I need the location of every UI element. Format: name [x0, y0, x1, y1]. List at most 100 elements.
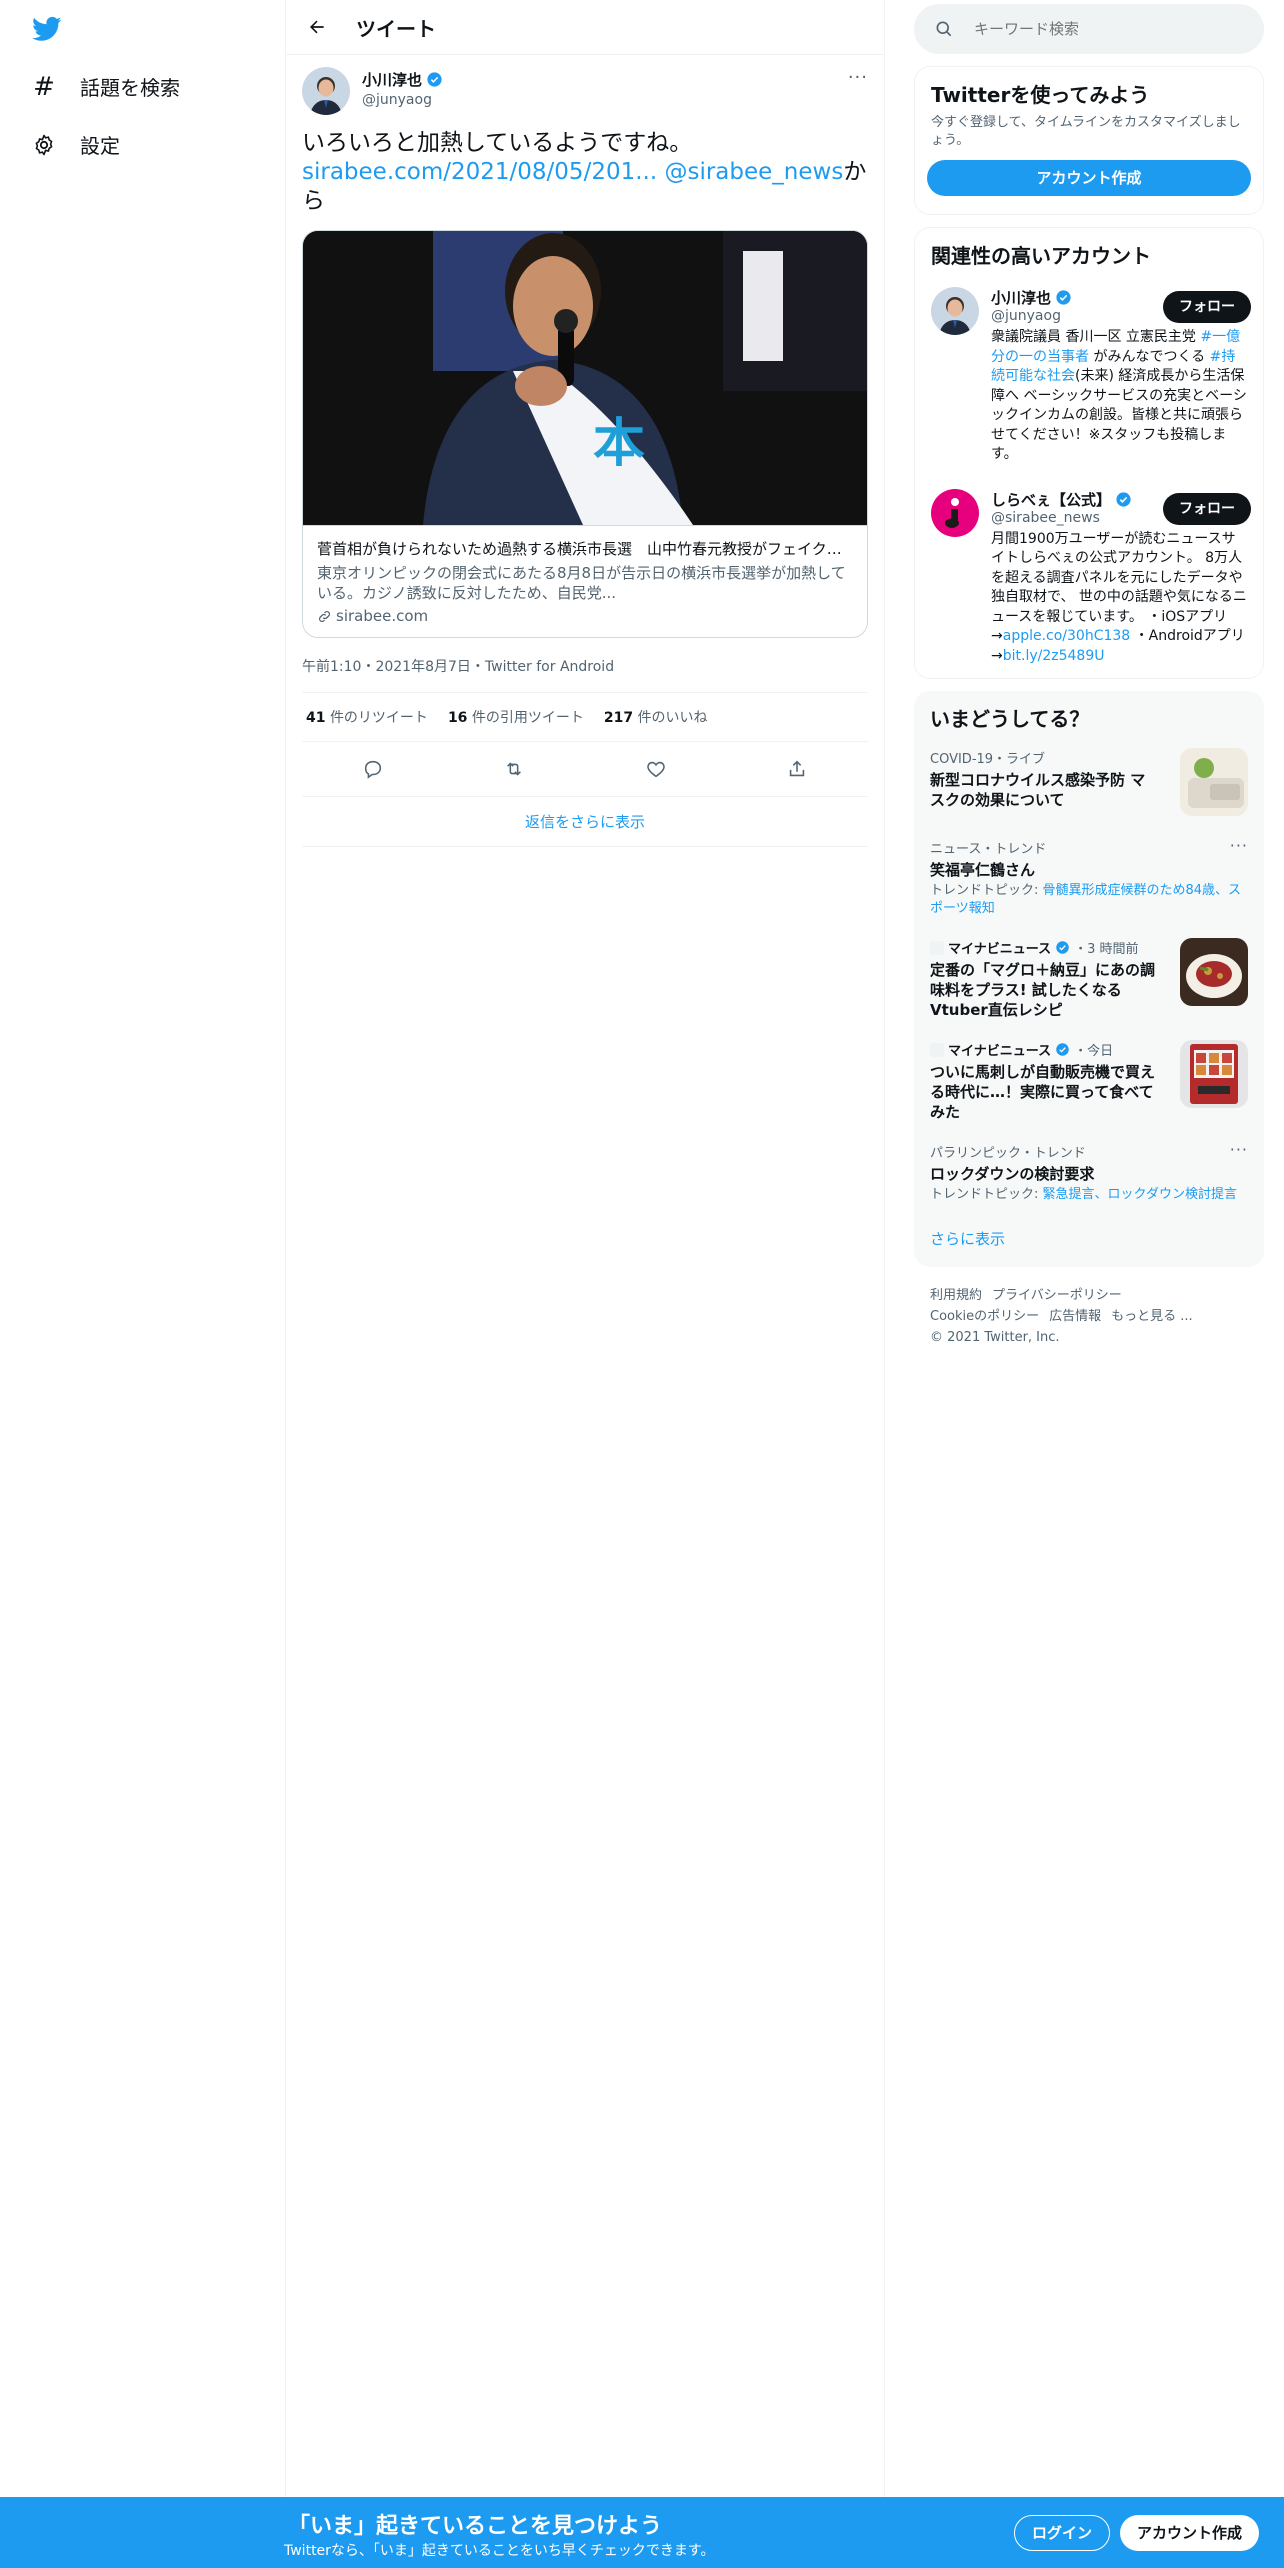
- retweet-icon[interactable]: [497, 752, 531, 786]
- follow-button[interactable]: フォロー: [1163, 291, 1251, 323]
- nav-settings[interactable]: 設定: [30, 130, 120, 159]
- trend-item[interactable]: パラリンピック・トレンド ロックダウンの検討要求 トレンドトピック: 緊急提言、…: [914, 1132, 1264, 1214]
- account-avatar[interactable]: [931, 488, 979, 537]
- twitter-logo-icon[interactable]: [30, 14, 64, 44]
- nav-explore[interactable]: # 話題を検索: [30, 71, 180, 102]
- quotes-stat[interactable]: 16 件の引用ツイート: [448, 707, 584, 727]
- source-name: マイナビニュース: [948, 942, 1052, 957]
- trends-title: いまどうしてる？: [930, 707, 1090, 731]
- tweet-link[interactable]: sirabee.com/2021/08/05/201...: [302, 159, 657, 185]
- bio-text: 衆議院議員 香川一区 立憲民主党: [991, 329, 1201, 345]
- likes-label: 件のいいね: [637, 710, 708, 726]
- right-sidebar: Twitterを使ってみよう 今すぐ登録して、タイムラインをカスタマイズしましょ…: [914, 0, 1264, 1366]
- more-options-icon[interactable]: ···: [1230, 1140, 1248, 1159]
- signup-bottom-bar: 「いま」起きていることを見つけよう Twitterなら、「いま」起きていることを…: [0, 2497, 1284, 2568]
- link-card[interactable]: 本 菅首相が負けられないため過熱する横浜市長選 山中竹春元教授がフェイクニ...…: [302, 230, 868, 638]
- likes-stat[interactable]: 217 件のいいね: [604, 707, 708, 727]
- more-options-icon[interactable]: ···: [848, 67, 868, 88]
- bio-text: 月間1900万ユーザーが読むニュースサイトしらべぇの公式アカウント。 8万人を超…: [991, 530, 1247, 645]
- card-image: 本: [303, 231, 867, 525]
- author-avatar[interactable]: [302, 67, 350, 115]
- retweets-stat[interactable]: 41 件のリツイート: [306, 707, 428, 727]
- verified-badge-icon: [427, 72, 442, 87]
- nav-settings-label: 設定: [80, 134, 120, 158]
- main-header: ツイート: [286, 0, 884, 55]
- author-handle[interactable]: @junyaog: [362, 92, 443, 108]
- tweet-text: いろいろと加熱しているようですね。 sirabee.com/2021/08/05…: [302, 129, 868, 216]
- main-column: ツイート 小川淳也 @junyaog ··· いろいろと加熱しているようですね。…: [286, 0, 885, 2497]
- source-name: マイナビニュース: [948, 1044, 1052, 1059]
- verified-badge-icon: [1116, 491, 1131, 507]
- retweets-label: 件のリツイート: [329, 710, 428, 726]
- back-arrow-icon[interactable]: [300, 10, 334, 44]
- tweet-meta[interactable]: 午前1:10・2021年8月7日・Twitter for Android: [302, 656, 868, 693]
- search-box[interactable]: [914, 4, 1264, 54]
- link-icon: [319, 610, 330, 622]
- card-description: 東京オリンピックの閉会式にあたる8月8日が告示日の横浜市長選挙が加熱している。カ…: [317, 564, 846, 602]
- trend-category: パラリンピック・トレンド: [930, 1146, 1086, 1161]
- footer-link[interactable]: 利用規約: [930, 1288, 982, 1303]
- bio-text: がみんなでつくる: [1089, 348, 1210, 365]
- reply-icon[interactable]: [356, 752, 390, 786]
- quotes-count: 16: [447, 710, 468, 726]
- source-icon: [930, 1042, 944, 1057]
- author-name-text: 小川淳也: [362, 71, 423, 89]
- bio-link[interactable]: apple.co/30hC138: [1003, 628, 1130, 644]
- trend-subtitle: トレンドトピック: 骨髄異形成症候群のため84歳、スポーツ報知: [930, 882, 1248, 918]
- card-domain-text: sirabee.com: [336, 607, 429, 625]
- likes-count: 217: [603, 710, 634, 726]
- trend-title: 笑福亭仁鶴さん: [930, 861, 1036, 879]
- footer-links: 利用規約 プライバシーポリシー Cookieのポリシー 広告情報 もっと見る ... …: [914, 1267, 1264, 1366]
- source-time: ・今日: [1074, 1044, 1114, 1059]
- footer-link[interactable]: プライバシーポリシー: [992, 1288, 1122, 1303]
- author-name[interactable]: 小川淳也: [362, 69, 443, 90]
- trend-item[interactable]: ニュース・トレンド 笑福亭仁鶴さん トレンドトピック: 骨髄異形成症候群のため8…: [914, 828, 1264, 928]
- login-button[interactable]: ログイン: [1014, 2515, 1111, 2551]
- related-title: 関連性の高いアカウント: [931, 244, 1151, 268]
- tweet-actions: [302, 742, 868, 797]
- hashtag-icon: #: [33, 71, 55, 102]
- tweet-mention[interactable]: @sirabee_news: [664, 159, 843, 185]
- page-title: ツイート: [356, 16, 436, 41]
- show-more-replies[interactable]: 返信をさらに表示: [302, 797, 868, 847]
- bio-link[interactable]: bit.ly/2z5489U: [1003, 648, 1105, 664]
- footer-link[interactable]: もっと見る ...: [1111, 1309, 1193, 1324]
- more-options-icon[interactable]: ···: [1230, 836, 1248, 855]
- create-account-button[interactable]: アカウント作成: [927, 160, 1251, 196]
- gear-icon: [30, 131, 58, 159]
- like-icon[interactable]: [639, 752, 673, 786]
- trend-item[interactable]: COVID-19・ライブ 新型コロナウイルス感染予防 マスクの効果について: [914, 738, 1264, 828]
- trend-thumbnail: [1180, 938, 1248, 1006]
- trend-thumbnail: [1180, 748, 1248, 816]
- trend-sub-prefix: トレンドトピック:: [930, 883, 1043, 898]
- trend-item[interactable]: マイナビニュース ・今日 ついに馬刺しが自動販売機で買える時代に…！実際に買って…: [914, 1030, 1264, 1132]
- trend-title: 新型コロナウイルス感染予防 マスクの効果について: [930, 771, 1146, 809]
- account-avatar[interactable]: [931, 287, 979, 335]
- signup-button[interactable]: アカウント作成: [1120, 2515, 1260, 2551]
- trend-title: ついに馬刺しが自動販売機で買える時代に…！実際に買って食べてみた: [930, 1063, 1156, 1121]
- source-icon: [930, 940, 944, 955]
- retweets-count: 41: [306, 710, 326, 726]
- related-account[interactable]: 小川淳也 @junyaog 衆議院議員 香川一区 立憲民主党 #一億分の一の当事…: [915, 275, 1263, 477]
- related-account[interactable]: しらべぇ【公式】 @sirabee_news 月間1900万ユーザーが読むニュー…: [915, 477, 1263, 679]
- verified-badge-icon: [1056, 290, 1071, 305]
- search-input[interactable]: [972, 19, 1226, 39]
- trend-category: ニュース・トレンド: [930, 842, 1047, 857]
- footer-link[interactable]: 広告情報: [1049, 1309, 1101, 1324]
- trend-sub-link[interactable]: 緊急提言、ロックダウン検討提言: [1043, 1187, 1237, 1202]
- trend-title: ロックダウンの検討要求: [930, 1165, 1095, 1183]
- trends-show-more[interactable]: さらに表示: [914, 1214, 1264, 1267]
- account-bio: 衆議院議員 香川一区 立憲民主党 #一億分の一の当事者 がみんなでつくる #持続…: [991, 328, 1249, 465]
- account-bio: 月間1900万ユーザーが読むニュースサイトしらべぇの公式アカウント。 8万人を超…: [991, 530, 1249, 667]
- source-time: ・3 時間前: [1074, 942, 1139, 957]
- trend-item[interactable]: マイナビニュース ・3 時間前 定番の「マグロ＋納豆」にあの調味料をプラス! 試…: [914, 928, 1264, 1030]
- trend-title: 定番の「マグロ＋納豆」にあの調味料をプラス! 試したくなるVtuber直伝レシピ: [930, 961, 1156, 1019]
- footer-link[interactable]: Cookieのポリシー: [930, 1309, 1039, 1324]
- try-twitter-title: Twitterを使ってみよう: [931, 83, 1150, 107]
- account-name-text: しらべぇ【公式】: [991, 490, 1112, 509]
- follow-button[interactable]: フォロー: [1163, 492, 1251, 525]
- tweet-stats: 41 件のリツイート 16 件の引用ツイート 217 件のいいね: [302, 693, 868, 742]
- tweet-author: 小川淳也 @junyaog: [302, 67, 868, 115]
- try-twitter-description: 今すぐ登録して、タイムラインをカスタマイズしましょう。: [931, 115, 1241, 148]
- share-icon[interactable]: [780, 752, 814, 786]
